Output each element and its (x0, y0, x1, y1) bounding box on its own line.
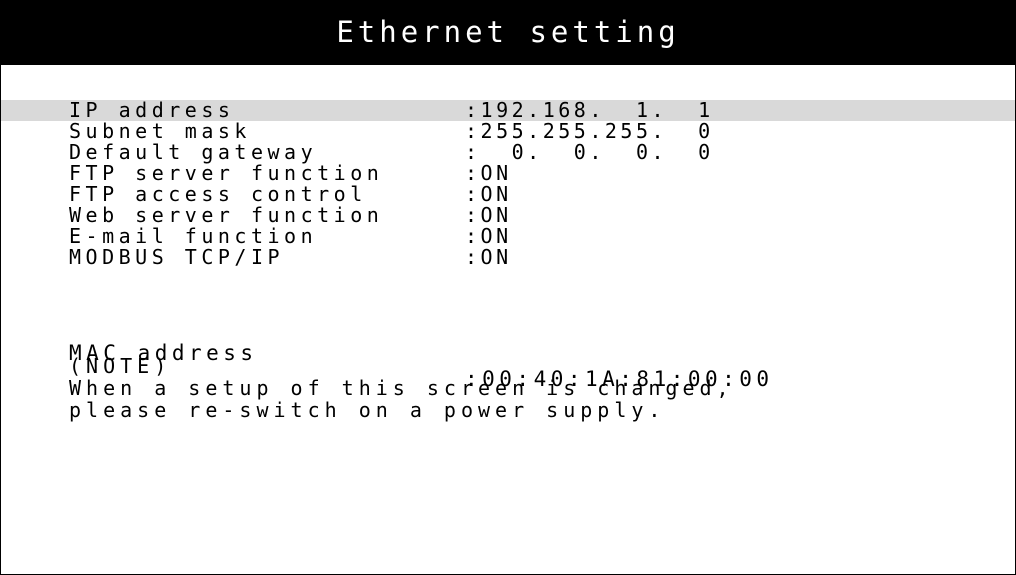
setting-label: IP address (69, 98, 235, 122)
note-heading: (NOTE) (69, 354, 172, 378)
setting-label: Default gateway (69, 140, 318, 164)
setting-label: MODBUS TCP/IP (69, 245, 285, 269)
setting-row-default-gateway[interactable]: Default gateway : 0. 0. 0. 0 (1, 142, 1015, 163)
setting-label: FTP access control (69, 182, 367, 206)
setting-label: FTP server function (69, 161, 384, 185)
setting-row-ftp-access-control[interactable]: FTP access control :ON (1, 184, 1015, 205)
screen-title-bar: Ethernet setting (1, 1, 1015, 65)
setting-value[interactable]: : 0. 0. 0. 0 (465, 142, 714, 163)
setting-row-ip-address[interactable]: IP address :192.168. 1. 1 (1, 100, 1015, 121)
setting-value[interactable]: :255.255.255. 0 (465, 121, 714, 142)
setting-row-modbus-tcp-ip[interactable]: MODBUS TCP/IP :ON (1, 247, 1015, 268)
setting-value[interactable]: :ON (465, 226, 512, 247)
setting-label: Web server function (69, 203, 384, 227)
setting-value[interactable]: :ON (465, 247, 512, 268)
setting-value[interactable]: :ON (465, 205, 512, 226)
note-block: (NOTE) When a setup of this screen is ch… (69, 355, 734, 421)
setting-label: Subnet mask (69, 119, 251, 143)
ethernet-setting-screen: Ethernet setting IP address :192.168. 1.… (0, 0, 1016, 575)
mac-address-row: MAC address :00:40:1A:81:00:00 (1, 314, 1015, 391)
screen-title: Ethernet setting (336, 15, 680, 49)
setting-row-email-function[interactable]: E-mail function :ON (1, 226, 1015, 247)
setting-row-subnet-mask[interactable]: Subnet mask :255.255.255. 0 (1, 121, 1015, 142)
setting-value[interactable]: :ON (465, 163, 512, 184)
setting-value[interactable]: :ON (465, 184, 512, 205)
setting-row-web-server-function[interactable]: Web server function :ON (1, 205, 1015, 226)
setting-label: E-mail function (69, 224, 318, 248)
note-line-2: please re-switch on a power supply. (69, 398, 666, 422)
setting-value[interactable]: :192.168. 1. 1 (465, 100, 714, 121)
setting-row-ftp-server-function[interactable]: FTP server function :ON (1, 163, 1015, 184)
settings-list: IP address :192.168. 1. 1 Subnet mask :2… (1, 100, 1015, 268)
note-line-1: When a setup of this screen is changed, (69, 376, 734, 400)
